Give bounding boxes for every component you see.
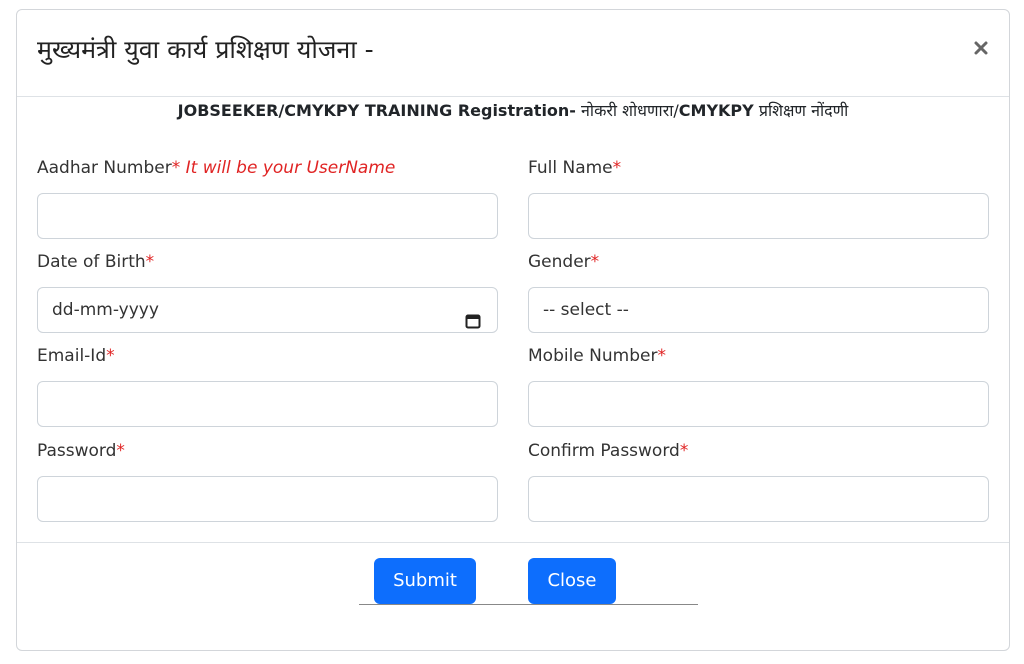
password-label-text: Password bbox=[37, 441, 117, 461]
submit-button[interactable]: Submit bbox=[374, 558, 476, 604]
modal-title: मुख्यमंत्री युवा कार्य प्रशिक्षण योजना - bbox=[37, 35, 374, 64]
required-asterisk: * bbox=[679, 441, 689, 461]
required-asterisk: * bbox=[116, 441, 125, 461]
password-input[interactable] bbox=[37, 476, 498, 522]
email-input[interactable] bbox=[37, 381, 498, 427]
subtitle-hindi-1: नोकरी शोधणारा/ bbox=[575, 101, 679, 120]
aadhar-input[interactable] bbox=[37, 193, 498, 239]
full-name-label: Full Name* bbox=[528, 158, 621, 178]
registration-modal: मुख्यमंत्री युवा कार्य प्रशिक्षण योजना -… bbox=[16, 9, 1010, 651]
subtitle-english: JOBSEEKER/CMYKPY TRAINING Registration- bbox=[177, 101, 576, 120]
full-name-label-text: Full Name bbox=[528, 158, 613, 178]
confirm-password-label-text: Confirm Password bbox=[528, 441, 680, 461]
required-asterisk: * bbox=[612, 158, 622, 178]
dob-placeholder: dd-mm-yyyy bbox=[52, 300, 159, 320]
dob-input[interactable]: dd-mm-yyyy bbox=[37, 287, 498, 333]
confirm-password-input[interactable] bbox=[528, 476, 989, 522]
email-label: Email-Id* bbox=[37, 346, 115, 366]
modal-header: मुख्यमंत्री युवा कार्य प्रशिक्षण योजना - bbox=[17, 10, 1009, 97]
footer-underline bbox=[359, 604, 698, 605]
aadhar-hint: It will be your UserName bbox=[180, 158, 396, 178]
gender-select[interactable]: -- select -- bbox=[528, 287, 989, 333]
form-subtitle: JOBSEEKER/CMYKPY TRAINING Registration- … bbox=[17, 99, 1009, 121]
subtitle-hindi-2: प्रशिक्षण नोंदणी bbox=[753, 101, 849, 120]
required-asterisk: * bbox=[145, 252, 155, 272]
gender-selected-value: -- select -- bbox=[543, 300, 629, 320]
gender-label: Gender* bbox=[528, 252, 599, 272]
required-asterisk: * bbox=[106, 346, 115, 366]
email-label-text: Email-Id bbox=[37, 346, 107, 366]
close-icon[interactable] bbox=[973, 40, 989, 56]
mobile-input[interactable] bbox=[528, 381, 989, 427]
dob-label: Date of Birth* bbox=[37, 252, 154, 272]
mobile-label-text: Mobile Number bbox=[528, 346, 658, 366]
aadhar-label: Aadhar Number* It will be your UserName bbox=[37, 158, 395, 178]
calendar-icon[interactable] bbox=[465, 302, 481, 329]
required-asterisk: * bbox=[657, 346, 666, 366]
confirm-password-label: Confirm Password* bbox=[528, 441, 688, 461]
required-asterisk: * bbox=[171, 158, 181, 178]
aadhar-label-text: Aadhar Number bbox=[37, 158, 172, 178]
required-asterisk: * bbox=[590, 252, 600, 272]
dob-label-text: Date of Birth bbox=[37, 252, 146, 272]
gender-label-text: Gender bbox=[528, 252, 591, 272]
mobile-label: Mobile Number* bbox=[528, 346, 666, 366]
close-button[interactable]: Close bbox=[528, 558, 616, 604]
subtitle-english-2: CMYKPY bbox=[678, 101, 754, 120]
full-name-input[interactable] bbox=[528, 193, 989, 239]
password-label: Password* bbox=[37, 441, 125, 461]
footer-divider bbox=[17, 542, 1009, 543]
